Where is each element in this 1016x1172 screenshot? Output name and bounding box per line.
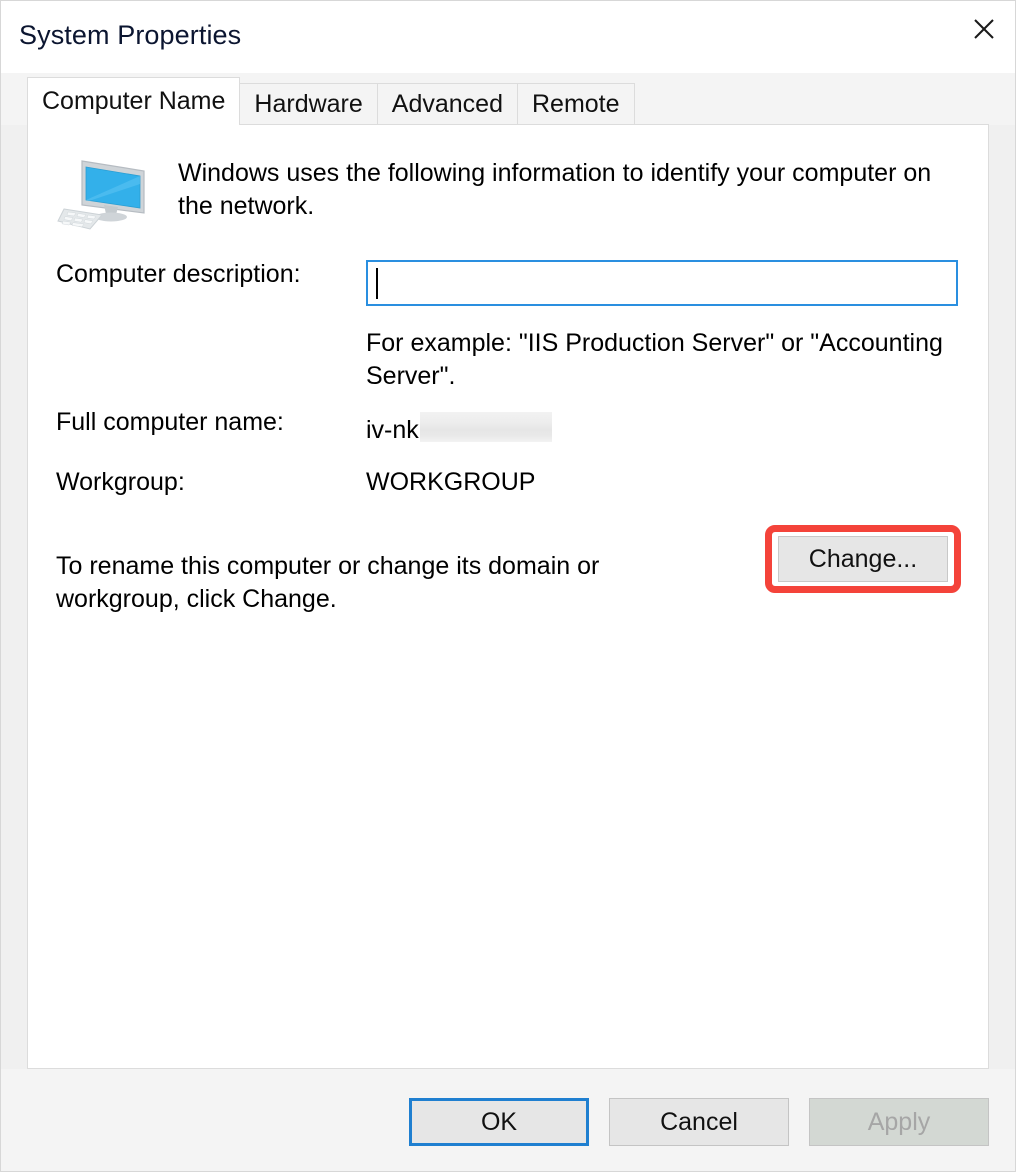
- intro-section: Windows uses the following information t…: [56, 153, 958, 238]
- tab-hardware[interactable]: Hardware: [239, 83, 378, 125]
- full-computer-name-text: iv-nk: [366, 416, 419, 444]
- computer-description-row: Computer description:: [56, 260, 958, 306]
- example-hint-text: For example: "IIS Production Server" or …: [366, 329, 943, 390]
- close-icon: [971, 16, 997, 42]
- full-computer-name-label: Full computer name:: [56, 408, 284, 436]
- system-properties-dialog: System Properties Computer Name Hardware…: [0, 0, 1016, 1172]
- text-caret: [376, 268, 378, 299]
- dialog-footer: OK Cancel Apply: [1, 1069, 1015, 1171]
- example-hint-row: For example: "IIS Production Server" or …: [56, 327, 958, 393]
- tab-advanced[interactable]: Advanced: [376, 83, 518, 125]
- intro-text: Windows uses the following information t…: [178, 159, 932, 220]
- footer-button-group: OK Cancel Apply: [409, 1098, 989, 1146]
- full-computer-name-row: Full computer name: iv-nk: [56, 408, 958, 445]
- tab-strip: Computer Name Hardware Advanced Remote: [1, 73, 1015, 125]
- apply-button[interactable]: Apply: [809, 1098, 989, 1146]
- window-title: System Properties: [19, 20, 242, 50]
- rename-section: To rename this computer or change its do…: [56, 525, 961, 616]
- workgroup-label: Workgroup:: [56, 468, 185, 496]
- computer-monitor-icon: [56, 153, 152, 238]
- tab-remote[interactable]: Remote: [516, 83, 635, 125]
- change-button[interactable]: Change...: [778, 536, 948, 582]
- change-button-wrapper: Change...: [765, 525, 961, 593]
- tab-content-panel: Windows uses the following information t…: [27, 124, 989, 1069]
- rename-instruction-text: To rename this computer or change its do…: [56, 552, 600, 613]
- computer-description-input[interactable]: [366, 260, 958, 306]
- workgroup-row: Workgroup: WORKGROUP: [56, 468, 958, 497]
- redaction-blur: [419, 412, 552, 442]
- title-bar: System Properties: [1, 1, 1015, 73]
- full-computer-name-value: iv-nk: [366, 408, 552, 445]
- ok-button[interactable]: OK: [409, 1098, 589, 1146]
- close-button[interactable]: [953, 1, 1015, 57]
- tab-computer-name[interactable]: Computer Name: [27, 77, 241, 125]
- computer-description-label: Computer description:: [56, 260, 301, 288]
- workgroup-value: WORKGROUP: [366, 468, 536, 496]
- cancel-button[interactable]: Cancel: [609, 1098, 789, 1146]
